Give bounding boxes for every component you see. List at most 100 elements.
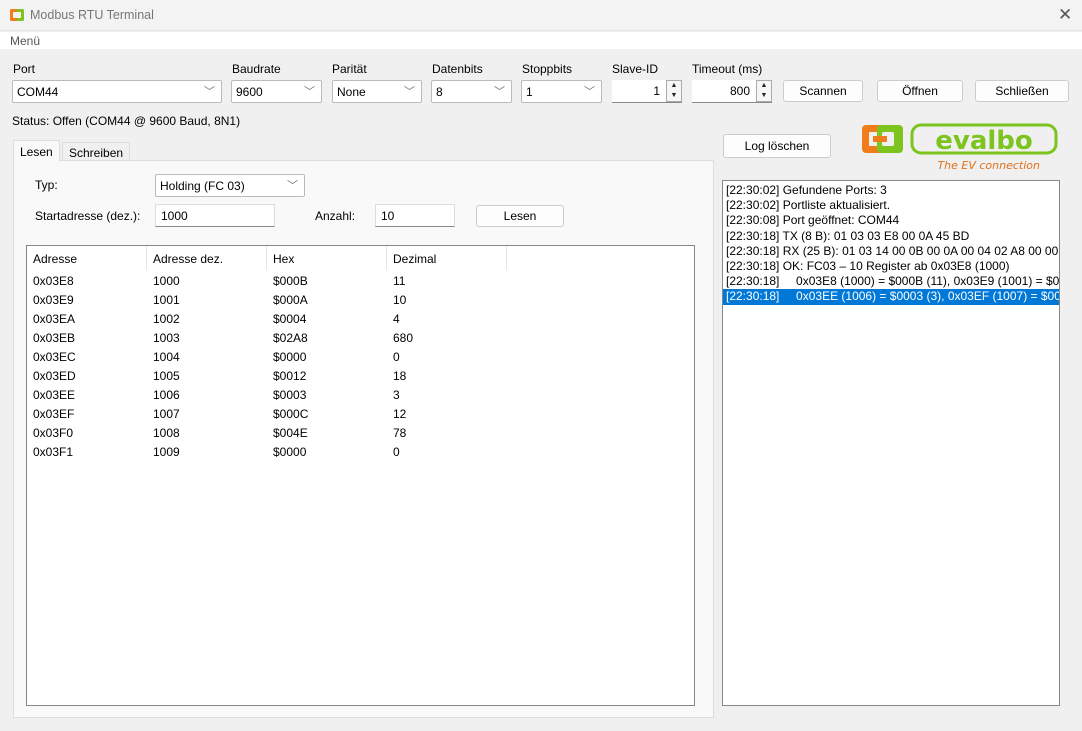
table-row[interactable]: 0x03EF 1007 $000C 12 [27, 405, 694, 424]
tab-lesen[interactable]: Lesen [13, 140, 60, 161]
table-cell: 0 [393, 350, 400, 364]
stopbits-select[interactable]: 1 ﹀ [521, 80, 602, 103]
tab-schreiben[interactable]: Schreiben [62, 142, 131, 160]
parity-select[interactable]: None ﹀ [332, 80, 422, 103]
evalbo-logo: evalbo The EV connection [860, 122, 1060, 172]
slave-label: Slave-ID [612, 62, 659, 76]
table-cell: 0x03EB [33, 331, 76, 345]
log-line[interactable]: [22:30:18] 0x03E8 (1000) = $000B (11), 0… [723, 274, 1059, 289]
svg-text:evalbo: evalbo [935, 126, 1033, 156]
table-cell: 1007 [153, 407, 180, 421]
table-cell: 0x03F0 [33, 426, 74, 440]
table-cell: $0004 [273, 312, 307, 326]
table-row[interactable]: 0x03E9 1001 $000A 10 [27, 291, 694, 310]
databits-value: 8 [436, 85, 443, 99]
table-cell: 0x03EE [33, 388, 76, 402]
table-cell: $0000 [273, 445, 307, 459]
spinner-arrows-icon[interactable]: ▲ ▼ [756, 80, 772, 102]
port-label: Port [13, 62, 36, 76]
table-cell: 1008 [153, 426, 180, 440]
timeout-label: Timeout (ms) [692, 62, 763, 76]
table-cell: 1005 [153, 369, 180, 383]
table-row[interactable]: 0x03F0 1008 $004E 78 [27, 424, 694, 443]
table-row[interactable]: 0x03E8 1000 $000B 11 [27, 272, 694, 291]
table-cell: 18 [393, 369, 407, 383]
log-line[interactable]: [22:30:18] RX (25 B): 01 03 14 00 0B 00 … [723, 244, 1059, 259]
chevron-down-icon: ﹀ [304, 86, 315, 98]
table-cell: 1009 [153, 445, 180, 459]
log-line[interactable]: [22:30:18] OK: FC03 – 10 Register ab 0x0… [723, 259, 1059, 274]
table-cell: $0012 [273, 369, 307, 383]
table-cell: $02A8 [273, 331, 308, 345]
table-row[interactable]: 0x03EC 1004 $0000 0 [27, 348, 694, 367]
count-input[interactable]: 10 [375, 204, 455, 227]
parity-value: None [337, 85, 366, 99]
stopbits-label: Stoppbits [522, 62, 573, 76]
table-cell: 4 [393, 312, 400, 326]
chevron-down-icon: ﹀ [204, 86, 215, 98]
column-header[interactable]: Adresse dez. [147, 246, 267, 270]
column-header[interactable]: Dezimal [387, 246, 507, 270]
table-cell: $000B [273, 274, 308, 288]
app-icon [10, 9, 24, 21]
table-cell: 0x03EF [33, 407, 75, 421]
column-header[interactable]: Hex [267, 246, 387, 270]
table-cell: 11 [393, 274, 406, 288]
table-row[interactable]: 0x03EE 1006 $0003 3 [27, 386, 694, 405]
log-line[interactable]: [22:30:18] 0x03EE (1006) = $0003 (3), 0x… [723, 289, 1059, 305]
type-label: Typ: [35, 178, 58, 192]
table-cell: 0x03EC [33, 350, 76, 364]
slave-value: 1 [653, 84, 660, 98]
clear-log-button[interactable]: Log löschen [723, 134, 831, 158]
timeout-spinner[interactable]: 800 ▲ ▼ [692, 80, 772, 103]
chevron-down-icon: ﹀ [404, 86, 415, 98]
table-cell: 12 [393, 407, 407, 421]
chevron-down-icon: ﹀ [287, 180, 298, 192]
log-line[interactable]: [22:30:18] TX (8 B): 01 03 03 E8 00 0A 4… [723, 229, 1059, 244]
table-row[interactable]: 0x03EA 1002 $0004 4 [27, 310, 694, 329]
open-button[interactable]: Öffnen [877, 80, 963, 102]
log-line[interactable]: [22:30:02] Gefundene Ports: 3 [723, 183, 1059, 198]
table-row[interactable]: 0x03F1 1009 $0000 0 [27, 443, 694, 462]
table-cell: 1003 [153, 331, 180, 345]
baud-select[interactable]: 9600 ﹀ [231, 80, 322, 103]
start-address-input[interactable]: 1000 [155, 204, 275, 227]
table-cell: 0x03EA [33, 312, 76, 326]
table-row[interactable]: 0x03ED 1005 $0012 18 [27, 367, 694, 386]
read-button[interactable]: Lesen [476, 205, 564, 227]
column-header[interactable]: Adresse [27, 246, 147, 270]
timeout-value: 800 [729, 84, 750, 98]
stopbits-value: 1 [526, 85, 533, 99]
table-cell: 78 [393, 426, 407, 440]
chevron-down-icon: ﹀ [494, 86, 505, 98]
log-list[interactable]: [22:30:02] Gefundene Ports: 3 [22:30:02] … [722, 180, 1060, 706]
log-line[interactable]: [22:30:02] Portliste aktualisiert. [723, 198, 1059, 213]
menu-item[interactable]: Menü [10, 34, 40, 48]
register-table[interactable]: Adresse Adresse dez. Hex Dezimal 0x03E8 1… [26, 245, 695, 706]
table-cell: 0x03F1 [33, 445, 74, 459]
table-cell: $0000 [273, 350, 307, 364]
table-cell: 1000 [153, 274, 180, 288]
table-cell: $004E [273, 426, 308, 440]
log-line[interactable]: [22:30:08] Port geöffnet: COM44 [723, 213, 1059, 228]
scan-button[interactable]: Scannen [783, 80, 863, 102]
databits-label: Datenbits [432, 62, 483, 76]
port-select[interactable]: COM44 ﹀ [12, 80, 222, 103]
table-cell: 3 [393, 388, 400, 402]
window-title: Modbus RTU Terminal [30, 8, 154, 22]
databits-select[interactable]: 8 ﹀ [431, 80, 512, 103]
chevron-down-icon: ﹀ [584, 86, 595, 98]
table-cell: 1004 [153, 350, 180, 364]
spinner-arrows-icon[interactable]: ▲ ▼ [666, 80, 682, 102]
table-cell: $000A [273, 293, 308, 307]
table-cell: 0x03ED [33, 369, 76, 383]
close-icon[interactable]: ✕ [1058, 5, 1072, 25]
slave-id-spinner[interactable]: 1 ▲ ▼ [612, 80, 682, 103]
table-cell: 1002 [153, 312, 180, 326]
table-row[interactable]: 0x03EB 1003 $02A8 680 [27, 329, 694, 348]
close-port-button[interactable]: Schließen [975, 80, 1069, 102]
start-label: Startadresse (dez.): [35, 209, 141, 223]
type-select[interactable]: Holding (FC 03) ﹀ [155, 174, 305, 197]
title-bar [0, 0, 1082, 31]
status-text: Status: Offen (COM44 @ 9600 Baud, 8N1) [12, 114, 241, 128]
